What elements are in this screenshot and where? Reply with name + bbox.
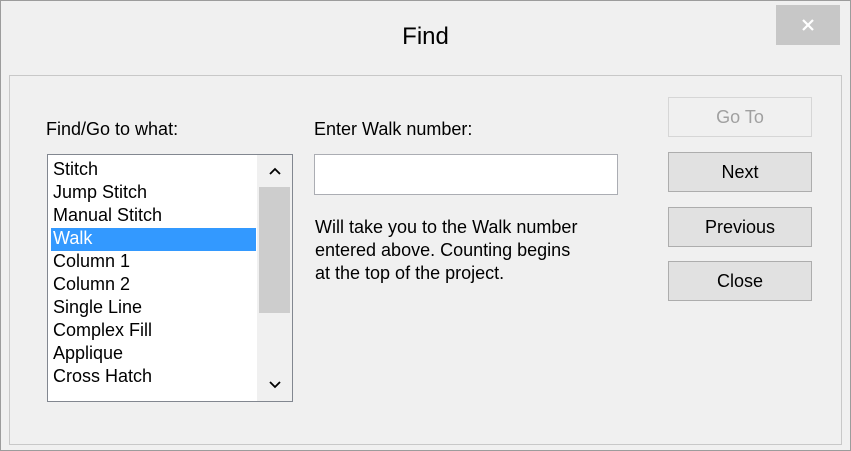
list-item[interactable]: Single Line <box>51 297 256 320</box>
list-item[interactable]: Complex Fill <box>51 320 256 343</box>
list-item[interactable]: Manual Stitch <box>51 205 256 228</box>
goto-button[interactable]: Go To <box>668 97 812 137</box>
description-line: entered above. Counting begins <box>315 240 571 260</box>
dialog-body: Find/Go to what: Stitch Jump Stitch Manual… <box>9 75 842 445</box>
next-button[interactable]: Next <box>668 152 812 192</box>
list-item[interactable]: Cross Hatch <box>51 366 256 389</box>
close-icon <box>802 19 814 31</box>
find-type-listbox[interactable]: Stitch Jump Stitch Manual Stitch Walk Column… <box>47 154 293 402</box>
previous-button[interactable]: Previous <box>668 207 812 247</box>
title-bar[interactable]: Find <box>1 1 850 75</box>
walk-number-label: Enter Walk number: <box>314 119 473 139</box>
walk-description: Will take you to the Walk number entered… <box>315 216 655 285</box>
description-line: at the top of the project. <box>315 263 505 283</box>
description-line: Will take you to the Walk number <box>315 217 578 237</box>
find-go-label: Find/Go to what: <box>46 119 179 139</box>
close-button[interactable]: Close <box>668 261 812 301</box>
chevron-down-icon <box>268 381 281 389</box>
list-item[interactable]: Column 2 <box>51 274 256 297</box>
list-item[interactable]: Column 1 <box>51 251 256 274</box>
list-item[interactable]: Stitch <box>51 159 256 182</box>
dialog-title: Find <box>402 23 449 50</box>
list-item[interactable]: Walk <box>51 228 256 251</box>
close-window-button[interactable] <box>776 5 840 45</box>
scroll-up-button[interactable] <box>257 155 292 187</box>
chevron-up-icon <box>268 167 281 175</box>
list-item[interactable]: Applique <box>51 343 256 366</box>
scroll-down-button[interactable] <box>257 369 292 401</box>
list-items: Stitch Jump Stitch Manual Stitch Walk Column… <box>51 159 256 389</box>
walk-number-input[interactable] <box>314 154 618 195</box>
find-dialog: Find Find/Go to what: Stitch Jump Stitch M… <box>0 0 851 451</box>
scroll-thumb[interactable] <box>259 187 290 313</box>
list-item[interactable]: Jump Stitch <box>51 182 256 205</box>
list-scrollbar[interactable] <box>257 155 292 401</box>
